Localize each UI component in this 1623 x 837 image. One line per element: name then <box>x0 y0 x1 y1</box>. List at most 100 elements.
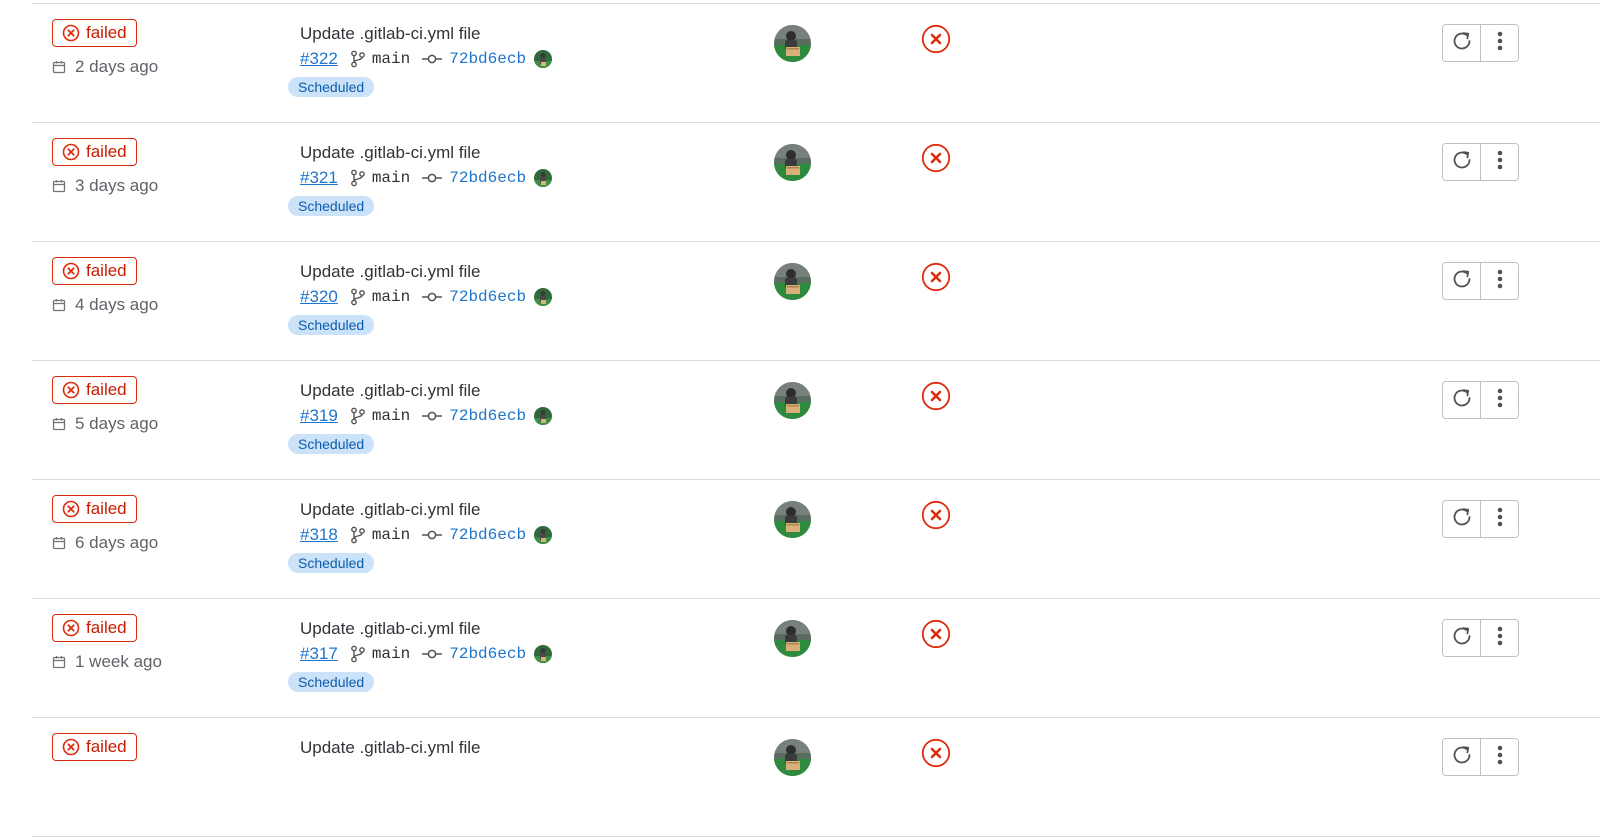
status-failed-icon <box>62 262 80 280</box>
pipeline-id-link[interactable]: #321 <box>300 168 338 188</box>
commit-author-avatar[interactable] <box>534 526 553 544</box>
retry-button[interactable] <box>1443 263 1480 299</box>
commit-title[interactable]: Update .gitlab-ci.yml file <box>300 24 480 44</box>
pipeline-meta: #322 main 72bd6ecb <box>300 49 553 69</box>
status-failed-icon <box>62 24 80 42</box>
commit-title[interactable]: Update .gitlab-ci.yml file <box>300 738 480 758</box>
more-actions-button[interactable] <box>1480 739 1518 775</box>
stage-failed-icon[interactable] <box>921 143 951 178</box>
stage-failed-icon[interactable] <box>921 24 951 59</box>
branch-link[interactable]: main <box>372 526 410 544</box>
retry-button[interactable] <box>1443 739 1480 775</box>
retry-icon <box>1451 30 1473 57</box>
triggerer-avatar[interactable] <box>774 144 811 181</box>
triggerer-avatar[interactable] <box>774 620 811 657</box>
commit-sha-link[interactable]: 72bd6ecb <box>449 407 526 425</box>
stage-failed-icon[interactable] <box>921 500 951 535</box>
retry-icon <box>1451 149 1473 176</box>
status-badge[interactable]: failed <box>52 733 137 761</box>
more-actions-button[interactable] <box>1480 263 1518 299</box>
pipeline-id-link[interactable]: #319 <box>300 406 338 426</box>
scheduled-badge: Scheduled <box>288 196 375 216</box>
branch-icon <box>350 169 366 187</box>
triggerer-avatar[interactable] <box>774 263 811 300</box>
commit-title[interactable]: Update .gitlab-ci.yml file <box>300 381 480 401</box>
pipeline-created-time: 5 days ago <box>52 414 158 434</box>
commit-sha-link[interactable]: 72bd6ecb <box>449 50 526 68</box>
commit-title[interactable]: Update .gitlab-ci.yml file <box>300 500 480 520</box>
triggerer-avatar[interactable] <box>774 382 811 419</box>
status-badge[interactable]: failed <box>52 614 137 642</box>
retry-icon <box>1451 506 1473 533</box>
commit-icon <box>422 410 443 422</box>
retry-icon <box>1451 268 1473 295</box>
status-badge[interactable]: failed <box>52 257 137 285</box>
commit-title[interactable]: Update .gitlab-ci.yml file <box>300 143 480 163</box>
more-actions-button[interactable] <box>1480 501 1518 537</box>
more-actions-button[interactable] <box>1480 382 1518 418</box>
pipelines-list: failed 2 days ago Update .gitlab-ci.yml … <box>32 3 1600 837</box>
pipeline-actions <box>1442 143 1519 181</box>
commit-sha-link[interactable]: 72bd6ecb <box>449 526 526 544</box>
more-actions-button[interactable] <box>1480 25 1518 61</box>
status-badge[interactable]: failed <box>52 138 137 166</box>
pipeline-row: failed 5 days ago Update .gitlab-ci.yml … <box>32 361 1600 480</box>
calendar-icon <box>52 179 66 193</box>
time-label: 5 days ago <box>75 414 159 433</box>
commit-icon <box>422 172 443 184</box>
stage-failed-icon[interactable] <box>921 381 951 416</box>
commit-title[interactable]: Update .gitlab-ci.yml file <box>300 619 480 639</box>
status-badge[interactable]: failed <box>52 19 137 47</box>
pipeline-actions <box>1442 619 1519 657</box>
status-failed-icon <box>62 619 80 637</box>
branch-link[interactable]: main <box>372 645 410 663</box>
pipeline-row: failed 2 days ago Update .gitlab-ci.yml … <box>32 4 1600 123</box>
scheduled-badge: Scheduled <box>288 553 375 573</box>
commit-author-avatar[interactable] <box>534 645 553 663</box>
more-actions-button[interactable] <box>1480 620 1518 656</box>
commit-icon <box>422 529 443 541</box>
commit-author-avatar[interactable] <box>534 407 553 425</box>
pipeline-id-link[interactable]: #318 <box>300 525 338 545</box>
more-actions-button[interactable] <box>1480 144 1518 180</box>
triggerer-avatar[interactable] <box>774 25 811 62</box>
pipeline-created-time: 1 week ago <box>52 652 162 672</box>
retry-button[interactable] <box>1443 382 1480 418</box>
time-label: 4 days ago <box>75 295 159 314</box>
commit-author-avatar[interactable] <box>534 288 553 306</box>
scheduled-badge: Scheduled <box>288 672 375 692</box>
commit-author-avatar[interactable] <box>534 169 553 187</box>
branch-link[interactable]: main <box>372 50 410 68</box>
pipeline-actions <box>1442 500 1519 538</box>
commit-sha-link[interactable]: 72bd6ecb <box>449 169 526 187</box>
time-label: 2 days ago <box>75 57 159 76</box>
pipeline-id-link[interactable]: #322 <box>300 49 338 69</box>
pipeline-created-time: 4 days ago <box>52 295 158 315</box>
stage-failed-icon[interactable] <box>921 262 951 297</box>
time-label: 1 week ago <box>75 652 162 671</box>
triggerer-avatar[interactable] <box>774 501 811 538</box>
retry-button[interactable] <box>1443 620 1480 656</box>
retry-button[interactable] <box>1443 501 1480 537</box>
ellipsis-vertical-icon <box>1497 387 1503 414</box>
status-badge[interactable]: failed <box>52 376 137 404</box>
branch-link[interactable]: main <box>372 407 410 425</box>
pipeline-row: failed Update .gitlab-ci.yml file <box>32 718 1600 837</box>
pipeline-id-link[interactable]: #317 <box>300 644 338 664</box>
stage-failed-icon[interactable] <box>921 619 951 654</box>
stage-failed-icon[interactable] <box>921 738 951 773</box>
status-badge[interactable]: failed <box>52 495 137 523</box>
pipeline-id-link[interactable]: #320 <box>300 287 338 307</box>
calendar-icon <box>52 60 66 74</box>
commit-author-avatar[interactable] <box>534 50 553 68</box>
commit-sha-link[interactable]: 72bd6ecb <box>449 645 526 663</box>
branch-link[interactable]: main <box>372 169 410 187</box>
retry-button[interactable] <box>1443 144 1480 180</box>
pipeline-created-time: 3 days ago <box>52 176 158 196</box>
commit-sha-link[interactable]: 72bd6ecb <box>449 288 526 306</box>
calendar-icon <box>52 298 66 312</box>
status-label: failed <box>86 618 127 637</box>
commit-title[interactable]: Update .gitlab-ci.yml file <box>300 262 480 282</box>
branch-link[interactable]: main <box>372 288 410 306</box>
retry-button[interactable] <box>1443 25 1480 61</box>
